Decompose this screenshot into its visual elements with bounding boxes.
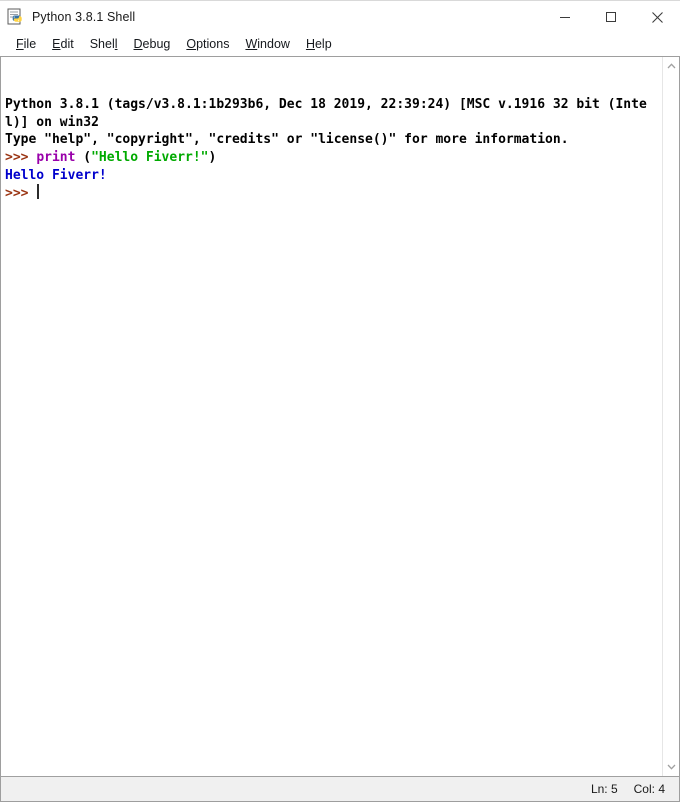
menu-item-edit[interactable]: Edit [44,35,82,53]
menu-label-edit: dit [60,37,74,51]
idle-shell-window: Python 3.8.1 Shell File Edit Shell Debug… [0,0,680,802]
vertical-scrollbar[interactable] [662,57,679,776]
menu-accel-file: F [16,37,24,51]
menu-accel-help: H [305,37,315,51]
prompt-symbol: >>> [5,149,37,165]
current-prompt-symbol: >>> [5,186,37,202]
menu-accel-edit: E [52,37,61,51]
menu-label-help: elp [314,37,332,51]
window-controls [542,1,680,33]
paren-close: ) [208,149,217,165]
banner-line-2: Type "help", "copyright", "credits" or "… [5,132,569,148]
text-caret [37,184,40,200]
current-prompt-line: >>> [5,184,662,203]
menu-item-file[interactable]: File [8,35,44,53]
menu-item-options[interactable]: Options [178,35,237,53]
banner-line-1: Python 3.8.1 (tags/v3.8.1:1b293b6, Dec 1… [5,97,647,130]
input-line: >>> print ("Hello Fiverr!") [5,149,662,167]
string-literal: "Hello Fiverr!" [91,149,209,165]
minimize-button[interactable] [542,1,588,33]
close-button[interactable] [634,1,680,33]
menu-label-options: ptions [196,37,230,51]
menu-item-debug[interactable]: Debug [126,35,179,53]
status-column-number: Col: 4 [633,782,665,796]
menu-label-debug: ebug [142,37,171,51]
output-line: Hello Fiverr! [5,167,107,183]
menu-accel-window: W [245,37,258,51]
menu-bar: File Edit Shell Debug Options Window Hel… [0,32,680,56]
menu-item-shell[interactable]: Shell [82,35,126,53]
menu-item-help[interactable]: Help [298,35,340,53]
menu-label-shell: Shel [89,37,115,51]
menu-accel-debug: D [133,37,143,51]
window-title: Python 3.8.1 Shell [32,9,136,24]
scrollbar-track[interactable] [663,75,680,758]
shell-body: Python 3.8.1 (tags/v3.8.1:1b293b6, Dec 1… [0,56,680,776]
title-bar[interactable]: Python 3.8.1 Shell [0,0,680,32]
python-idle-icon [7,8,25,26]
menu-label-window: indow [257,37,290,51]
scroll-up-arrow[interactable] [663,57,680,75]
status-bar: Ln: 5 Col: 4 [0,776,680,802]
menu-label-file: ile [23,37,37,51]
menu-accel-options: O [186,37,197,51]
scroll-down-arrow[interactable] [663,758,680,776]
menu-item-window[interactable]: Window [237,35,297,53]
maximize-button[interactable] [588,1,634,33]
shell-text-area[interactable]: Python 3.8.1 (tags/v3.8.1:1b293b6, Dec 1… [1,57,662,776]
status-line-number: Ln: 5 [590,782,618,796]
paren-open: ( [83,149,92,165]
keyword-print: print [36,149,76,165]
menu-accel-shell: l [114,37,118,51]
